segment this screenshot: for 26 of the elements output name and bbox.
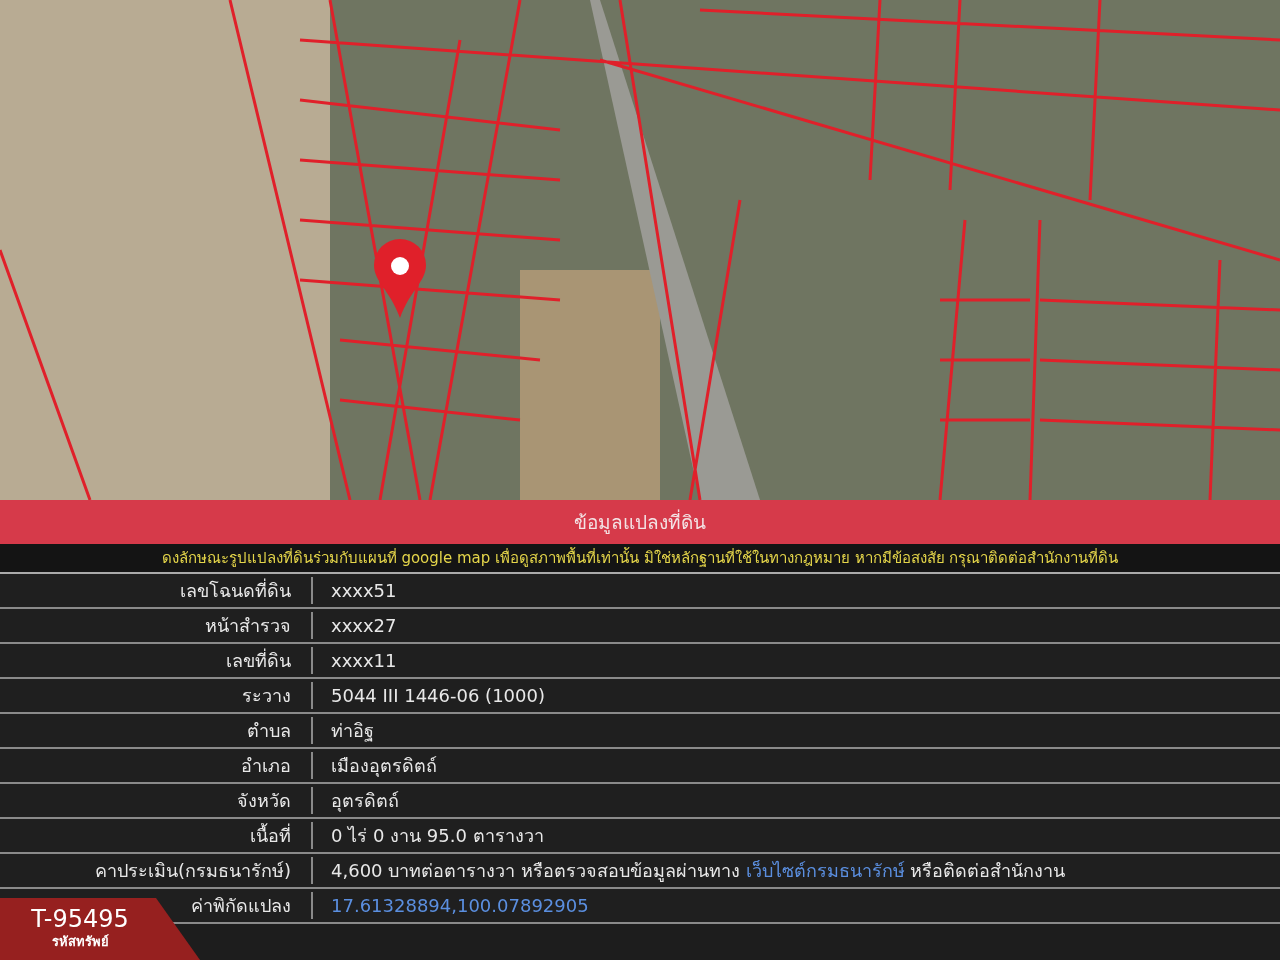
field-label: คาประเมิน(กรมธนารักษ์)	[94, 860, 291, 881]
asset-code-label: รหัสทรัพย์	[51, 933, 109, 952]
field-value: ท่าอิฐ	[331, 720, 374, 741]
field-label: อำเภอ	[241, 755, 291, 776]
disclaimer-text: ดงลักษณะรูปแปลงที่ดินร่วมกับแผนที่ google map เพื่อดูสภาพพื้นที่เท่านั้น มิใช่หลักฐานที่ใช้ในทางกฎหมาย หากมีข้อสงสัย กรุณาติดต่อสำนักงานที่ดิน	[161, 546, 1119, 570]
location-pin-icon	[374, 239, 426, 318]
field-label: ค่าพิกัดแปลง	[191, 895, 291, 916]
field-label: เนื้อที่	[250, 825, 291, 846]
panel-title: ข้อมูลแปลงที่ดิน	[574, 508, 706, 536]
field-label: ตำบล	[247, 720, 291, 741]
field-label: หน้าสำรวจ	[205, 615, 291, 636]
field-value: 4,600 บาทต่อตารางวา หรือตรวจสอบข้อมูลผ่านทาง เว็บไซต์กรมธนารักษ์ หรือติดต่อสำนักงาน	[331, 860, 1066, 881]
field-label: เลขที่ดิน	[226, 650, 291, 671]
field-label: จังหวัด	[237, 790, 291, 811]
field-value: 0 ไร่ 0 งาน 95.0 ตารางวา	[331, 825, 544, 846]
field-label: เลขโฉนดที่ดิน	[180, 580, 291, 601]
field-value: xxxx51	[331, 580, 397, 601]
field-label: ระวาง	[242, 685, 291, 706]
asset-code: T-95495	[31, 906, 129, 933]
website-link[interactable]: เว็บไซต์กรมธนารักษ์	[745, 860, 905, 881]
field-value: เมืองอุตรดิตถ์	[331, 755, 437, 776]
field-value: xxxx27	[331, 615, 397, 636]
field-value: xxxx11	[331, 650, 397, 671]
coordinates-link[interactable]: 17.61328894,100.07892905	[331, 895, 589, 916]
field-value: 5044 III 1446-06 (1000)	[331, 685, 545, 706]
field-value: อุตรดิตถ์	[331, 790, 399, 811]
